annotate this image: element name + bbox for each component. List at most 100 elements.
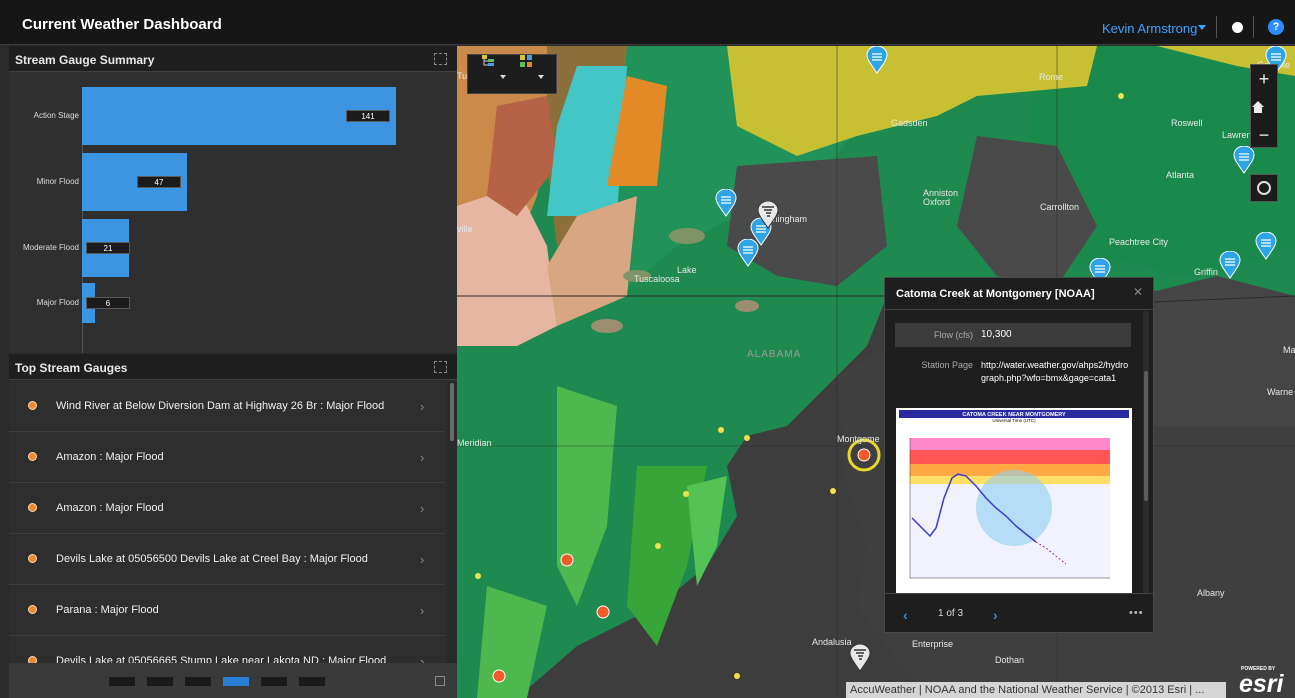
tornado-pin-icon[interactable]	[757, 201, 779, 229]
list-scrollbar[interactable]	[447, 381, 457, 663]
list-item-label: Parana : Major Flood	[56, 604, 159, 616]
user-menu[interactable]: Kevin Armstrong	[1102, 21, 1197, 36]
hydrograph-subtitle: Universal Time (UTC)	[992, 418, 1036, 423]
page-indicator[interactable]	[299, 677, 325, 686]
stream-gauge-pin-icon[interactable]	[866, 46, 888, 74]
map-label: Andalusia	[812, 637, 852, 647]
zoom-controls: + −	[1250, 64, 1278, 148]
map-label: Tuscaloosa	[634, 274, 680, 284]
app-title: Current Weather Dashboard	[22, 16, 222, 33]
popup-header: Catoma Creek at Montgomery [NOAA] ✕	[885, 278, 1153, 310]
panel-pager	[9, 663, 457, 698]
map-label: Warne	[1267, 387, 1294, 397]
bar-chart: Action Stage 141 Minor Flood 47 Moderate Flo…	[9, 73, 457, 353]
status-dot-icon	[28, 401, 37, 410]
hydrograph-image: CATOMA CREEK NEAR MONTGOMERY Universal T…	[896, 408, 1132, 593]
map-label: ville	[457, 224, 473, 234]
status-dot-icon	[28, 503, 37, 512]
map-label: Dothan	[995, 655, 1025, 665]
maximize-icon[interactable]	[434, 361, 447, 373]
zoom-out-button[interactable]: −	[1251, 121, 1277, 149]
chevron-right-icon: ›	[420, 603, 425, 618]
layers-icon[interactable]	[482, 55, 494, 67]
map-label: Meridian	[457, 438, 492, 448]
app-header: Current Weather Dashboard Kevin Armstron…	[0, 0, 1295, 45]
basemap-icon[interactable]	[520, 55, 532, 67]
top-stream-gauges-panel: Top Stream Gauges Wind River at Below Di…	[9, 354, 457, 663]
map-label: Enterprise	[912, 639, 954, 649]
more-options-icon[interactable]: •••	[1129, 607, 1144, 619]
chevron-down-icon[interactable]	[538, 75, 544, 79]
station-label: Station Page	[921, 360, 973, 370]
list-item-label: Wind River at Below Diversion Dam at Hig…	[56, 400, 385, 412]
station-row: Station Page http://water.weather.gov/ah…	[895, 355, 1131, 405]
map-label: Montgome	[837, 434, 880, 444]
esri-wordmark: esri	[1239, 670, 1284, 698]
home-icon	[1252, 101, 1264, 113]
page-indicator-active[interactable]	[223, 677, 249, 686]
map-label: Lake	[677, 265, 697, 275]
list-item[interactable]: Wind River at Below Diversion Dam at Hig…	[9, 381, 445, 432]
map-attribution: AccuWeather | NOAA and the National Weat…	[846, 682, 1226, 698]
previous-icon[interactable]: ‹	[903, 607, 908, 623]
chevron-down-icon[interactable]	[500, 75, 506, 79]
divider	[1253, 16, 1254, 38]
panel-header: Stream Gauge Summary	[9, 46, 457, 72]
chevron-right-icon: ›	[420, 654, 425, 663]
scrollbar-thumb[interactable]	[1144, 371, 1148, 501]
popup-title: Catoma Creek at Montgomery [NOAA]	[896, 288, 1095, 300]
page-indicator[interactable]	[185, 677, 211, 686]
list-item-label: Amazon : Major Flood	[56, 502, 164, 514]
chevron-right-icon: ›	[420, 552, 425, 567]
list-item[interactable]: Devils Lake at 05056665 Stump Lake near …	[9, 636, 445, 663]
panel-header: Top Stream Gauges	[9, 354, 457, 380]
stream-gauge-pin-icon[interactable]	[715, 189, 737, 217]
flow-value: 10,300	[981, 329, 1012, 340]
locate-icon	[1257, 181, 1271, 195]
chevron-down-icon[interactable]	[1198, 25, 1206, 30]
chevron-right-icon: ›	[420, 501, 425, 516]
popup-body: Flow (cfs) 10,300 Station Page http://wa…	[885, 311, 1153, 593]
map-label: Roswell	[1171, 118, 1203, 128]
map-label: Tu	[457, 71, 468, 81]
stream-gauge-pin-icon[interactable]	[1219, 251, 1241, 279]
map-label: Ma	[1283, 345, 1295, 355]
home-button[interactable]	[1251, 93, 1277, 121]
help-icon[interactable]: ?	[1268, 19, 1284, 35]
station-link[interactable]: http://water.weather.gov/ahps2/hydrograp…	[981, 359, 1131, 385]
bar-value-label: 141	[346, 110, 390, 122]
panel-title: Stream Gauge Summary	[15, 53, 155, 67]
list-item[interactable]: Amazon : Major Flood ›	[9, 483, 445, 534]
list-item[interactable]: Devils Lake at 05056500 Devils Lake at C…	[9, 534, 445, 585]
maximize-icon[interactable]	[434, 53, 447, 65]
next-icon[interactable]: ›	[993, 607, 998, 623]
tornado-pin-icon[interactable]	[849, 644, 871, 672]
status-dot-icon	[28, 452, 37, 461]
expand-icon[interactable]	[435, 676, 445, 686]
page-indicator[interactable]	[147, 677, 173, 686]
list-item[interactable]: Amazon : Major Flood ›	[9, 432, 445, 483]
map-toolbar	[467, 54, 557, 94]
esri-logo: POWERED BY esri	[1237, 664, 1291, 698]
status-dot-icon	[28, 656, 37, 663]
locate-button[interactable]	[1250, 174, 1278, 202]
map-label: Griffin	[1194, 267, 1218, 277]
page-indicator[interactable]	[261, 677, 287, 686]
map-label: Oxford	[923, 197, 951, 207]
stream-gauge-summary-panel: Stream Gauge Summary Action Stage 141 Mino…	[9, 46, 457, 353]
weather-map[interactable]: Rome Gadsden Roswell Lawrence Atlanta An…	[457, 46, 1295, 698]
close-icon[interactable]: ✕	[1133, 285, 1143, 299]
scrollbar-thumb[interactable]	[450, 383, 454, 441]
page-indicator[interactable]	[109, 677, 135, 686]
popup-scrollbar[interactable]	[1143, 311, 1149, 593]
zoom-in-button[interactable]: +	[1251, 65, 1277, 93]
map-label: ALABAMA	[747, 349, 802, 360]
bar-label: Action Stage	[33, 111, 79, 120]
divider	[1216, 16, 1217, 38]
hydrograph-graphic: CATOMA CREEK NEAR MONTGOMERY Universal T…	[896, 408, 1132, 593]
theme-toggle-icon[interactable]	[1232, 22, 1243, 33]
list-item[interactable]: Parana : Major Flood ›	[9, 585, 445, 636]
stream-gauge-pin-icon[interactable]	[1233, 146, 1255, 174]
flow-row: Flow (cfs) 10,300	[895, 323, 1131, 347]
stream-gauge-pin-icon[interactable]	[1255, 232, 1277, 260]
